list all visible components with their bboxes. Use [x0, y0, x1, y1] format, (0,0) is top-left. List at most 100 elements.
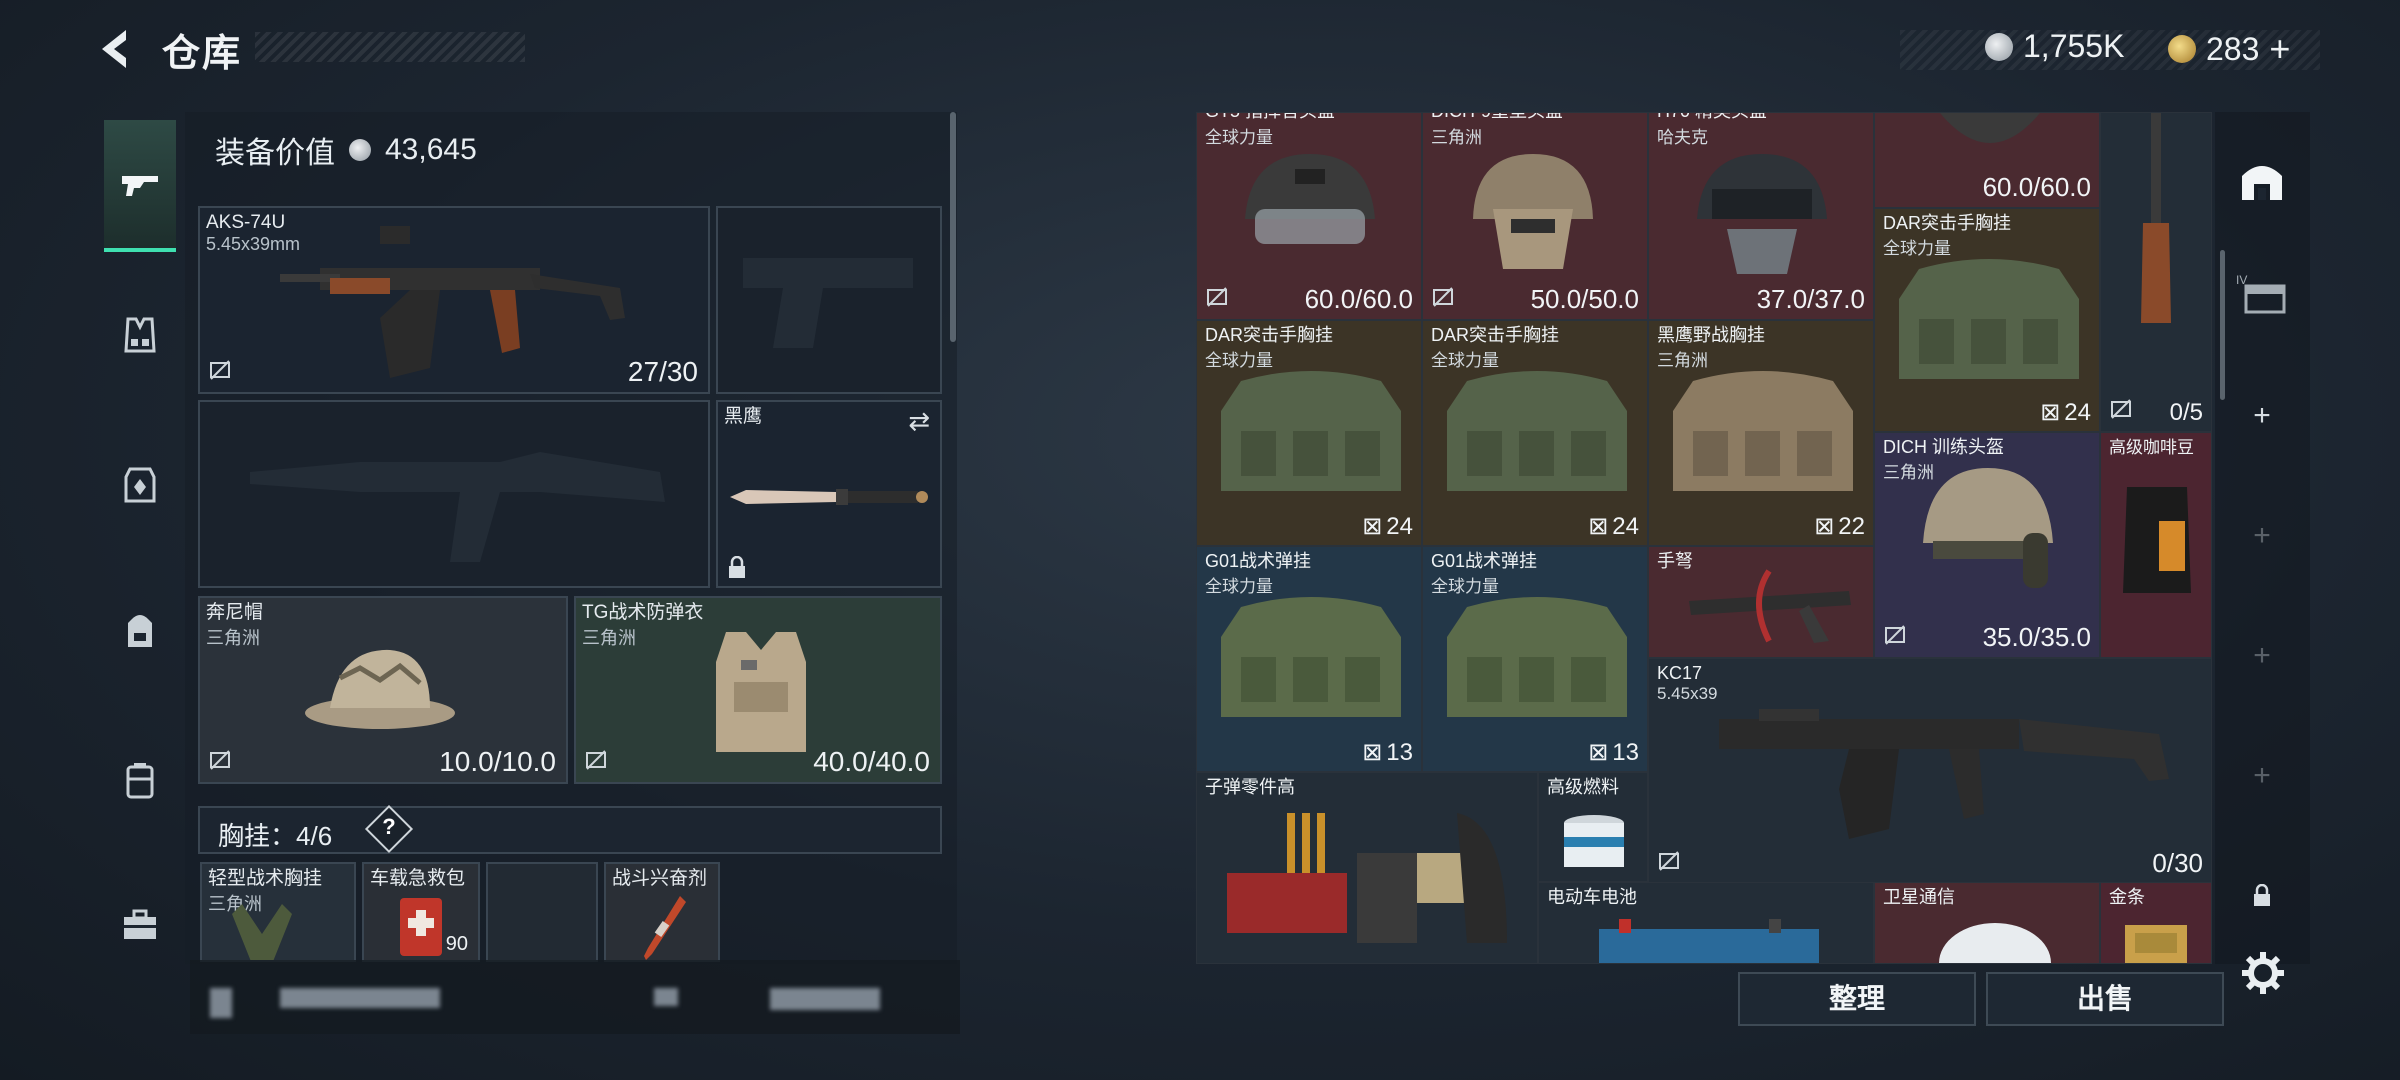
- no-trade-icon: [2111, 399, 2131, 419]
- storage-item[interactable]: 金条: [2100, 882, 2212, 964]
- storage-item[interactable]: 0/5: [2100, 112, 2212, 432]
- storage-item[interactable]: 卫星通信: [1874, 882, 2100, 964]
- coffee-bag-icon: [2123, 487, 2191, 593]
- add-storage-button[interactable]: +: [2234, 388, 2290, 444]
- lock-icon: [729, 556, 745, 578]
- nav-vest[interactable]: [104, 270, 176, 400]
- back-button[interactable]: [92, 24, 142, 74]
- backpack-icon: [128, 615, 152, 647]
- gold-currency[interactable]: 283 +: [2168, 28, 2290, 70]
- silver-currency: 1,755K: [1985, 28, 2124, 65]
- helmet-name: 奔尼帽: [206, 602, 264, 623]
- nav-backpack[interactable]: [104, 566, 176, 696]
- helmet-icon: [1940, 113, 2040, 143]
- capacity-icon: ⊠: [2040, 399, 2061, 426]
- item-durability: 60.0/60.0: [1982, 172, 2091, 202]
- primary-weapon-slot[interactable]: AKS-74U 5.45x39mm 27/30: [198, 206, 710, 394]
- lock-icon: [2254, 884, 2270, 906]
- item-name: DAR突击手胸挂: [1431, 325, 1560, 345]
- rig-item-slot[interactable]: 车载急救包 90: [362, 862, 480, 962]
- silver-coin-icon: [1985, 32, 2013, 61]
- storage-item[interactable]: DICH-9重型头盔 三角洲 50.0/50.0: [1422, 112, 1648, 320]
- storage-item[interactable]: 黑鹰野战胸挂 三角洲 ⊠ 22: [1648, 320, 1874, 546]
- equipment-scrollbar[interactable]: [950, 112, 956, 342]
- item-count: 13: [1612, 738, 1639, 766]
- item-source: 三角洲: [1431, 128, 1482, 147]
- armor-name: TG战术防弹衣: [582, 602, 704, 623]
- storage-item[interactable]: 手弩: [1648, 546, 1874, 658]
- melee-slot[interactable]: 黑鹰 ⇄: [716, 400, 942, 588]
- warehouse-icon: [2242, 166, 2282, 200]
- pistol-slot[interactable]: [716, 206, 942, 394]
- storage-item[interactable]: 高级咖啡豆: [2100, 432, 2212, 658]
- item-durability: 60.0/60.0: [1304, 284, 1413, 314]
- add-storage-button[interactable]: +: [2234, 508, 2290, 564]
- gear-icon: [2242, 952, 2284, 994]
- storage-item[interactable]: G01战术弹挂 全球力量 ⊠ 13: [1422, 546, 1648, 772]
- storage-item[interactable]: 子弹零件高: [1196, 772, 1538, 964]
- nav-toolbox[interactable]: [104, 860, 176, 990]
- storage-item[interactable]: G01战术弹挂 全球力量 ⊠ 13: [1196, 546, 1422, 772]
- item-source: 全球力量: [1205, 577, 1273, 596]
- add-storage-button[interactable]: +: [2234, 748, 2290, 804]
- storage-scrollbar[interactable]: [2220, 250, 2225, 400]
- storage-tab-main[interactable]: [2234, 152, 2290, 208]
- storage-tab-level4[interactable]: IV: [2234, 266, 2290, 322]
- storage-item[interactable]: 60.0/60.0: [1874, 112, 2100, 208]
- rig-item-name: 车载急救包: [370, 868, 466, 889]
- back-arrow-icon: [102, 30, 126, 68]
- redacted-area: [190, 960, 960, 1034]
- storage-item[interactable]: DAR突击手胸挂 全球力量 ⊠ 24: [1196, 320, 1422, 546]
- item-source: 全球力量: [1431, 351, 1499, 370]
- item-name: 卫星通信: [1883, 887, 1955, 907]
- storage-item[interactable]: 高级燃料: [1538, 772, 1648, 882]
- swap-icon[interactable]: ⇄: [908, 406, 930, 437]
- item-capacity: ⊠ 24: [2040, 398, 2091, 427]
- add-storage-button[interactable]: +: [2234, 628, 2290, 684]
- capacity-icon: ⊠: [1588, 513, 1609, 540]
- fuel-can-icon: [1564, 815, 1624, 867]
- sell-button[interactable]: 出售: [1986, 972, 2224, 1026]
- secondary-weapon-slot[interactable]: [198, 400, 710, 588]
- storage-item[interactable]: H70 精英头盔 哈夫克 37.0/37.0: [1648, 112, 1874, 320]
- item-capacity: ⊠ 13: [1588, 738, 1639, 767]
- storage-item[interactable]: DAR突击手胸挂 全球力量 ⊠ 24: [1422, 320, 1648, 546]
- add-gold-icon[interactable]: +: [2269, 28, 2290, 70]
- storage-item[interactable]: DAR突击手胸挂 全球力量 ⊠ 24: [1874, 208, 2100, 432]
- plus-icon: +: [2253, 759, 2271, 792]
- helmet-icon: [1923, 468, 2053, 588]
- armor-slot[interactable]: TG战术防弹衣 三角洲 40.0/40.0: [574, 596, 942, 784]
- first-aid-kit-icon: [400, 898, 442, 956]
- nav-armor[interactable]: [104, 420, 176, 550]
- satellite-icon: [1939, 923, 2051, 963]
- plus-icon: +: [2253, 639, 2271, 672]
- storage-item[interactable]: 电动车电池: [1538, 882, 1874, 964]
- body-armor-icon: [716, 632, 806, 752]
- helmet-slot[interactable]: 奔尼帽 三角洲 10.0/10.0: [198, 596, 568, 784]
- rig-item-slot[interactable]: 轻型战术胸挂 三角洲: [200, 862, 356, 962]
- helmet-icon: [1245, 154, 1375, 244]
- chest-rig-label: 胸挂：4/6: [218, 816, 332, 853]
- weapon-icon: [122, 176, 158, 196]
- item-capacity: ⊠ 22: [1814, 512, 1865, 541]
- storage-item[interactable]: GT5 指挥官头盔 全球力量 60.0/60.0: [1196, 112, 1422, 320]
- no-trade-icon: [586, 750, 606, 770]
- rifle-icon: [280, 226, 625, 378]
- nav-container[interactable]: [104, 716, 176, 846]
- storage-item[interactable]: DICH 训练头盔 三角洲 35.0/35.0: [1874, 432, 2100, 658]
- melee-name: 黑鹰: [724, 406, 763, 427]
- no-trade-icon: [1433, 287, 1453, 307]
- nav-weapon[interactable]: [104, 120, 176, 252]
- silver-amount: 1,755K: [2023, 28, 2125, 64]
- item-durability: 35.0/35.0: [1982, 622, 2091, 652]
- item-name: 高级咖啡豆: [2109, 438, 2194, 457]
- rig-item-slot[interactable]: 战斗兴奋剂: [604, 862, 720, 962]
- vest-icon: [124, 317, 156, 353]
- sort-button[interactable]: 整理: [1738, 972, 1976, 1026]
- rig-empty-slot[interactable]: [486, 862, 598, 962]
- help-button[interactable]: ?: [372, 814, 406, 840]
- storage-item[interactable]: KC17 5.45x39 0/30: [1648, 658, 2212, 884]
- settings-button[interactable]: [2240, 950, 2292, 1002]
- silver-coin-icon: [349, 139, 371, 161]
- item-name: DAR突击手胸挂: [1205, 325, 1334, 345]
